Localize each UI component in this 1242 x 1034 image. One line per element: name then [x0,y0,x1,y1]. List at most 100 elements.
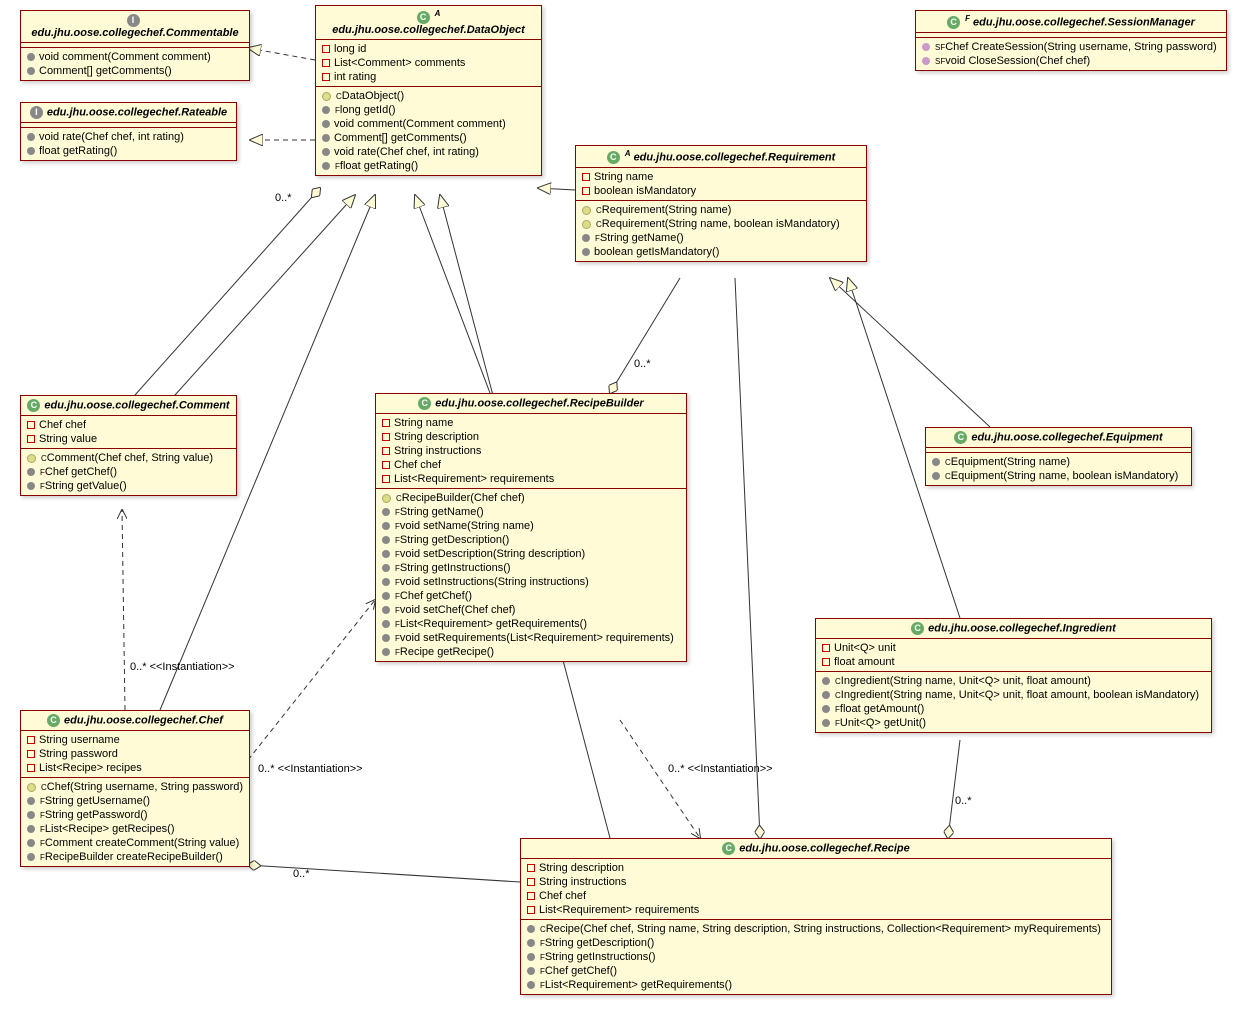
method-icon [322,120,330,128]
method-icon [27,482,35,490]
class-icon: C [722,842,735,855]
method-icon [382,508,390,516]
method-row: CEquipment(String name) [926,455,1191,469]
class-icon: C [417,11,430,24]
interface-icon: I [30,106,43,119]
field-row: List<Requirement> requirements [376,472,686,486]
class-icon: C [47,714,60,727]
multiplicity-label: 0..* [955,795,972,807]
field-row: float amount [816,655,1211,669]
class-name: edu.jhu.oose.collegechef.Chef [64,714,223,726]
method-row: FString getPassword() [21,808,249,822]
method-row: FString getInstructions() [376,561,686,575]
method-icon [527,981,535,989]
field-icon [322,45,330,53]
field-icon [582,187,590,195]
method-row: FList<Requirement> getRequirements() [521,978,1111,992]
class-name: edu.jhu.oose.collegechef.Rateable [47,106,227,118]
method-row: Ffloat getAmount() [816,702,1211,716]
method-icon [322,134,330,142]
class-recipebuilder: Cedu.jhu.oose.collegechef.RecipeBuilder … [375,393,687,662]
method-icon [527,925,535,933]
method-row: CDataObject() [316,89,541,103]
class-title: CA edu.jhu.oose.collegechef.Requirement [576,146,866,168]
method-row: FUnit<Q> getUnit() [816,716,1211,730]
method-row: CIngredient(String name, Unit<Q> unit, f… [816,674,1211,688]
method-row: FString getUsername() [21,794,249,808]
class-name: edu.jhu.oose.collegechef.Commentable [31,27,238,39]
class-name: edu.jhu.oose.collegechef.DataObject [332,24,525,36]
class-ingredient: Cedu.jhu.oose.collegechef.Ingredient Uni… [815,618,1212,733]
method-row: CIngredient(String name, Unit<Q> unit, f… [816,688,1211,702]
method-row: Flong getId() [316,103,541,117]
method-icon [822,677,830,685]
field-row: List<Recipe> recipes [21,761,249,775]
field-row: String instructions [521,875,1111,889]
method-row: FChef getChef() [521,964,1111,978]
field-row: Chef chef [521,889,1111,903]
class-name: edu.jhu.oose.collegechef.SessionManager [973,17,1195,29]
field-icon [27,435,35,443]
constructor-icon [27,454,36,463]
method-icon [27,53,35,61]
method-icon [822,691,830,699]
field-icon [27,764,35,772]
field-row: Unit<Q> unit [816,641,1211,655]
method-icon [382,536,390,544]
interface-icon: I [127,14,140,27]
field-row: List<Requirement> requirements [521,903,1111,917]
field-row: String name [376,416,686,430]
method-icon [322,106,330,114]
method-icon [27,133,35,141]
method-row: FList<Recipe> getRecipes() [21,822,249,836]
field-row: Chef chef [21,418,236,432]
field-row: String value [21,432,236,446]
multiplicity-label: 0..* [275,192,292,204]
method-row: SFvoid CloseSession(Chef chef) [916,54,1226,68]
class-icon: C [27,399,40,412]
method-icon [527,953,535,961]
method-row: FComment createComment(String value) [21,836,249,850]
method-icon [527,939,535,947]
instantiation-label: 0..* <<Instantiation>> [130,661,235,673]
field-icon [27,750,35,758]
field-icon [527,906,535,914]
class-requirement: CA edu.jhu.oose.collegechef.Requirement … [575,145,867,262]
method-row: void comment(Comment comment) [316,117,541,131]
method-row: boolean getIsMandatory() [576,245,866,259]
field-row: int rating [316,70,541,84]
field-icon [527,864,535,872]
method-icon [27,839,35,847]
method-row: Fvoid setInstructions(String instruction… [376,575,686,589]
method-row: void rate(Chef chef, int rating) [316,145,541,159]
method-icon [27,797,35,805]
field-row: String instructions [376,444,686,458]
class-icon: C [954,431,967,444]
class-dataobject: CA edu.jhu.oose.collegechef.DataObject l… [315,5,542,176]
class-title: Cedu.jhu.oose.collegechef.Equipment [926,428,1191,448]
method-row: float getRating() [21,144,236,158]
method-row: SFChef CreateSession(String username, St… [916,40,1226,54]
method-icon [27,67,35,75]
method-row: CRequirement(String name) [576,203,866,217]
class-title: Cedu.jhu.oose.collegechef.RecipeBuilder [376,394,686,414]
class-title: Cedu.jhu.oose.collegechef.Recipe [521,839,1111,859]
method-icon [382,606,390,614]
method-row: Fvoid setChef(Chef chef) [376,603,686,617]
class-icon: C [911,622,924,635]
field-row: String username [21,733,249,747]
field-row: long id [316,42,541,56]
method-icon [932,472,940,480]
instantiation-label: 0..* <<Instantiation>> [258,763,363,775]
constructor-icon [27,783,36,792]
field-icon [27,736,35,744]
class-title: Cedu.jhu.oose.collegechef.Comment [21,396,236,416]
method-icon [382,522,390,530]
field-icon [382,475,390,483]
class-title: Iedu.jhu.oose.collegechef.Commentable [21,11,249,43]
method-icon [382,648,390,656]
field-row: String name [576,170,866,184]
method-row: FString getInstructions() [521,950,1111,964]
class-name: edu.jhu.oose.collegechef.RecipeBuilder [435,397,643,409]
method-row: CEquipment(String name, boolean isMandat… [926,469,1191,483]
